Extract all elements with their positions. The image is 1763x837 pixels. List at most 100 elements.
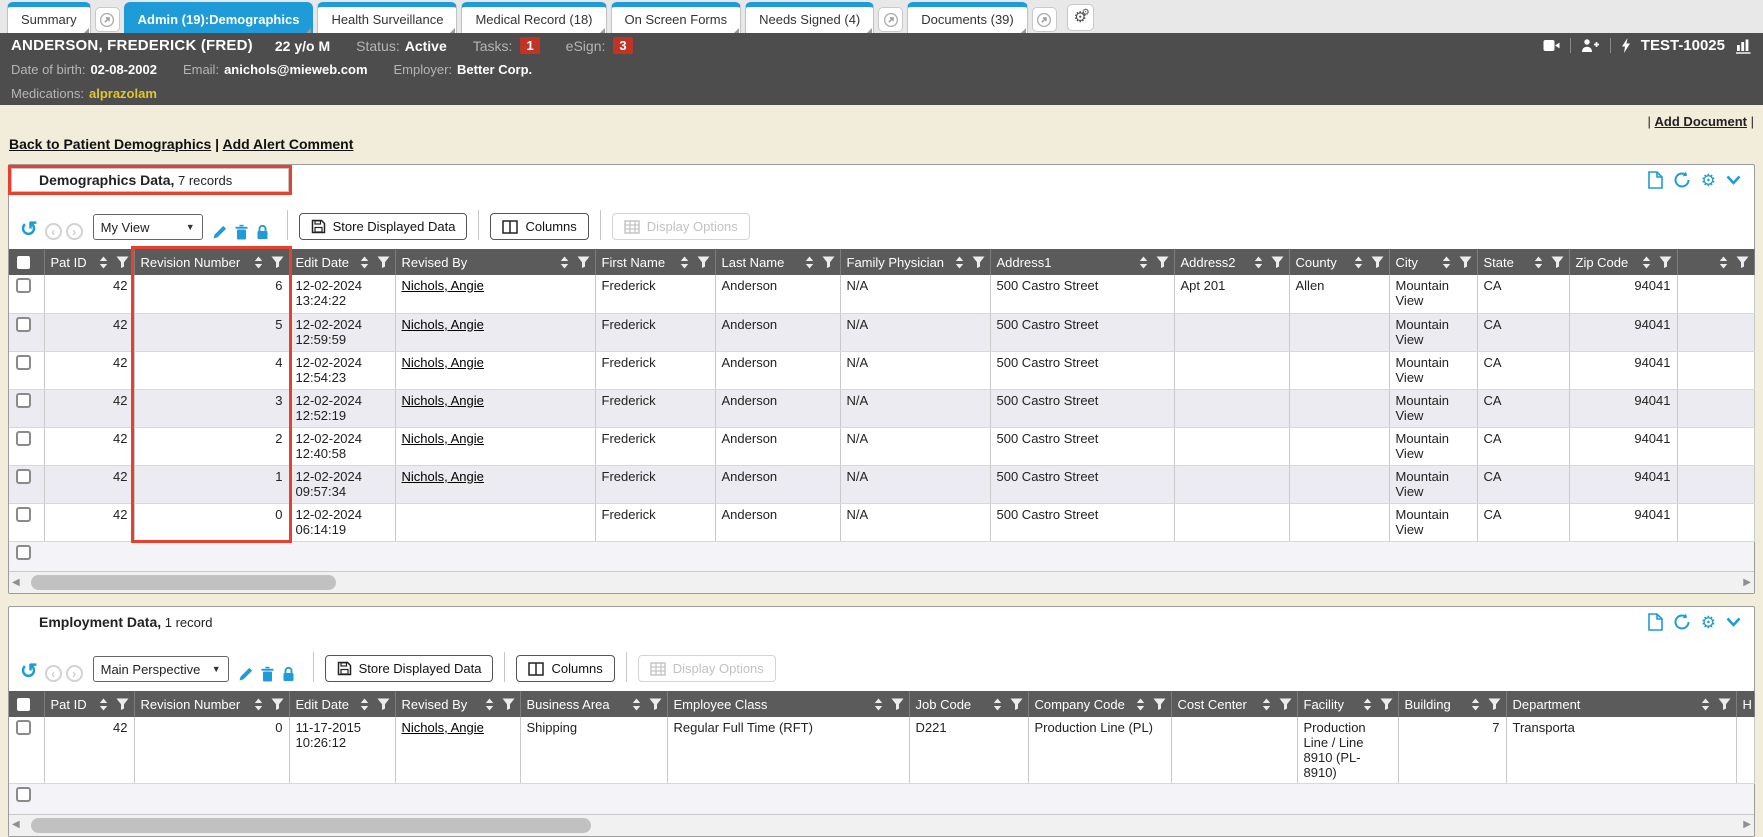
sort-icon[interactable] [680,256,689,269]
undo-icon[interactable]: ↺ [20,662,38,682]
new-document-icon[interactable] [1647,613,1663,631]
gear-icon[interactable]: ⚙ [1701,172,1716,189]
gear-icon[interactable]: ⚙ [1701,614,1716,631]
row-checkbox[interactable] [16,431,31,446]
tab-popout-button[interactable] [95,7,120,32]
revised-by-link[interactable]: Nichols, Angie [402,469,484,484]
filter-icon[interactable] [1010,698,1023,711]
tab-admin-19-demographics[interactable]: Admin (19):Demographics [124,2,314,33]
column-header-blank[interactable] [1677,249,1754,275]
column-header-address2[interactable]: Address2 [1174,249,1289,275]
column-header-pat-id[interactable]: Pat ID [44,249,134,275]
filter-icon[interactable] [1380,698,1393,711]
sort-icon[interactable] [874,698,883,711]
filter-icon[interactable] [822,256,835,269]
filter-icon[interactable] [116,256,129,269]
prev-view-button[interactable]: ‹ [45,223,62,240]
column-header-h[interactable]: H [1736,691,1754,717]
scroll-left-arrow[interactable]: ◀ [12,820,20,830]
column-header-county[interactable]: County [1289,249,1389,275]
tab-popout-button[interactable] [1032,7,1057,32]
tab-needs-signed-4[interactable]: Needs Signed (4) [745,2,874,33]
sort-icon[interactable] [1701,698,1710,711]
sort-icon[interactable] [1534,256,1543,269]
row-checkbox[interactable] [16,317,31,332]
store-displayed-data-button[interactable]: Store Displayed Data [325,655,494,682]
sort-icon[interactable] [1262,698,1271,711]
revised-by-link[interactable]: Nichols, Angie [402,317,484,332]
row-checkbox[interactable] [16,720,31,735]
add-person-icon[interactable] [1581,38,1600,53]
select-all-checkbox[interactable] [17,698,30,711]
filter-icon[interactable] [1736,256,1749,269]
sort-icon[interactable] [1719,256,1728,269]
column-header-revision-number[interactable]: Revision Number [134,691,289,717]
column-header-edit-date[interactable]: Edit Date [289,691,395,717]
row-checkbox[interactable] [16,507,31,522]
filter-icon[interactable] [502,698,515,711]
video-camera-icon[interactable] [1543,39,1560,52]
filter-icon[interactable] [1488,698,1501,711]
filter-icon[interactable] [1459,256,1472,269]
column-header-address1[interactable]: Address1 [990,249,1174,275]
tab-on-screen-forms[interactable]: On Screen Forms [611,2,742,33]
tasks-badge[interactable]: 1 [520,37,539,54]
scrollbar-thumb[interactable] [31,818,591,833]
filter-icon[interactable] [1371,256,1384,269]
filter-icon[interactable] [697,256,710,269]
filter-icon[interactable] [271,698,284,711]
tab-medical-record-18[interactable]: Medical Record (18) [461,2,606,33]
sort-icon[interactable] [560,256,569,269]
column-header-employee-class[interactable]: Employee Class [667,691,909,717]
lightning-icon[interactable] [1621,38,1631,53]
lock-view-icon[interactable] [255,224,270,240]
refresh-icon[interactable] [1673,613,1691,631]
tab-health-surveillance[interactable]: Health Surveillance [317,2,457,33]
column-header-family-physician[interactable]: Family Physician [840,249,990,275]
column-header-cost-center[interactable]: Cost Center [1171,691,1297,717]
column-header-facility[interactable]: Facility [1297,691,1398,717]
column-header-last-name[interactable]: Last Name [715,249,840,275]
column-header-pat-id[interactable]: Pat ID [44,691,134,717]
tab-popout-button[interactable] [878,7,903,32]
prev-view-button[interactable]: ‹ [45,665,62,682]
select-all-checkbox[interactable] [17,256,30,269]
column-header-business-area[interactable]: Business Area [520,691,667,717]
revised-by-link[interactable]: Nichols, Angie [402,720,484,735]
sort-icon[interactable] [1139,256,1148,269]
column-header-edit-date[interactable]: Edit Date [289,249,395,275]
collapse-chevron-icon[interactable] [1726,175,1741,185]
filter-icon[interactable] [649,698,662,711]
filter-icon[interactable] [1279,698,1292,711]
column-header-revised-by[interactable]: Revised By [395,249,595,275]
collapse-chevron-icon[interactable] [1726,617,1741,627]
filter-icon[interactable] [577,256,590,269]
sort-icon[interactable] [254,256,263,269]
filter-icon[interactable] [1718,698,1731,711]
row-checkbox[interactable] [16,355,31,370]
bar-chart-icon[interactable] [1735,38,1752,54]
scroll-right-arrow[interactable]: ▶ [1743,578,1751,588]
scrollbar-thumb[interactable] [31,575,336,590]
sort-icon[interactable] [1354,256,1363,269]
sort-icon[interactable] [1254,256,1263,269]
view-select[interactable]: My View▼ [93,214,203,240]
column-header-zip-code[interactable]: Zip Code [1569,249,1677,275]
store-displayed-data-button[interactable]: Store Displayed Data [299,213,468,240]
sort-icon[interactable] [360,698,369,711]
column-header-revised-by[interactable]: Revised By [395,691,520,717]
sort-icon[interactable] [993,698,1002,711]
sort-icon[interactable] [99,256,108,269]
delete-view-icon[interactable] [234,224,249,240]
column-header-building[interactable]: Building [1398,691,1506,717]
column-header-department[interactable]: Department [1506,691,1736,717]
sort-icon[interactable] [360,256,369,269]
column-header-state[interactable]: State [1477,249,1569,275]
sort-icon[interactable] [99,698,108,711]
sort-icon[interactable] [632,698,641,711]
sort-icon[interactable] [1642,256,1651,269]
add-document-link[interactable]: Add Document [1655,114,1747,129]
row-checkbox[interactable] [16,787,31,802]
row-checkbox[interactable] [16,469,31,484]
tab-documents-39[interactable]: Documents (39) [907,2,1027,33]
